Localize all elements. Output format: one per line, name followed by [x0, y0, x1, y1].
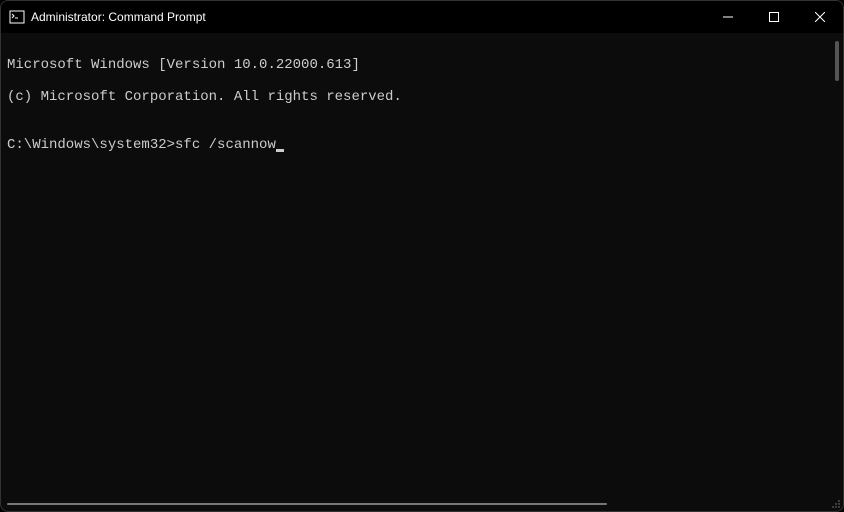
terminal-content[interactable]: Microsoft Windows [Version 10.0.22000.61… — [1, 33, 843, 511]
resize-grip[interactable] — [829, 497, 841, 509]
horizontal-scrollbar-thumb[interactable] — [7, 503, 607, 505]
command-prompt-window: Administrator: Command Prompt Microsoft … — [0, 0, 844, 512]
terminal-prompt-line: C:\Windows\system32>sfc /scannow — [7, 137, 837, 153]
minimize-button[interactable] — [705, 1, 751, 33]
titlebar[interactable]: Administrator: Command Prompt — [1, 1, 843, 33]
terminal-output-line: (c) Microsoft Corporation. All rights re… — [7, 89, 837, 105]
horizontal-scrollbar-track[interactable] — [7, 501, 823, 505]
window-title: Administrator: Command Prompt — [31, 10, 705, 24]
window-controls — [705, 1, 843, 33]
terminal-cursor — [276, 149, 284, 152]
vertical-scrollbar[interactable] — [835, 41, 839, 81]
terminal-output-line: Microsoft Windows [Version 10.0.22000.61… — [7, 57, 837, 73]
terminal-command: sfc /scannow — [175, 137, 276, 153]
close-button[interactable] — [797, 1, 843, 33]
maximize-button[interactable] — [751, 1, 797, 33]
cmd-icon — [9, 9, 25, 25]
terminal-prompt: C:\Windows\system32> — [7, 137, 175, 153]
